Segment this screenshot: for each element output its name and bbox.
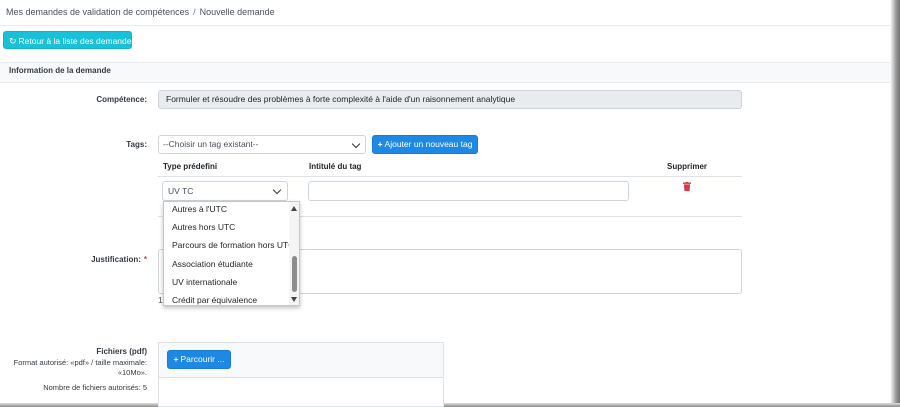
plus-icon: +	[377, 139, 383, 149]
window-shadow-right	[890, 0, 900, 407]
type-select[interactable]: UV TC	[162, 181, 288, 201]
window-shadow-bottom	[0, 403, 900, 407]
trash-icon[interactable]	[683, 182, 691, 191]
header-divider	[0, 25, 890, 26]
dropdown-option[interactable]: Association étudiante	[172, 259, 253, 269]
breadcrumb-item-nouvelle: Nouvelle demande	[199, 7, 275, 17]
type-select-value: UV TC	[168, 186, 194, 196]
dropdown-option[interactable]: Autres hors UTC	[172, 222, 235, 232]
section-title: Information de la demande	[9, 66, 111, 75]
chevron-down-icon	[351, 139, 361, 149]
competence-label: Compétence:	[96, 95, 147, 104]
required-marker: *	[143, 255, 147, 264]
back-to-list-button[interactable]: ↻ Retour à la liste des demandes	[3, 31, 136, 49]
breadcrumb: Mes demandes de validation de compétence…	[6, 5, 275, 19]
refresh-icon: ↻	[9, 36, 17, 46]
scrollbar-thumb[interactable]	[292, 256, 297, 292]
dropdown-option[interactable]: Autres à l'UTC	[172, 204, 227, 214]
add-tag-label: Ajouter un nouveau tag	[384, 139, 473, 149]
tag-select[interactable]: --Choisir un tag existant--	[158, 135, 366, 154]
back-button-label: Retour à la liste des demandes	[18, 36, 136, 46]
tags-label: Tags:	[126, 140, 147, 149]
files-count-note: Nombre de fichiers autorisés: 5	[43, 383, 147, 392]
add-tag-button[interactable]: + Ajouter un nouveau tag	[372, 135, 478, 154]
type-dropdown-list[interactable]: Autres à l'UTC Autres hors UTC Parcours …	[163, 201, 300, 306]
breadcrumb-separator: /	[193, 7, 196, 17]
files-label: Fichiers (pdf)	[96, 347, 147, 356]
tag-select-value: --Choisir un tag existant--	[163, 139, 259, 149]
section-header	[0, 62, 890, 83]
column-header-intitule: Intitulé du tag	[309, 162, 362, 171]
browse-files-button[interactable]: + Parcourir ...	[167, 350, 231, 369]
dropdown-option[interactable]: UV internationale	[172, 277, 237, 287]
browse-button-label: Parcourir ...	[180, 354, 225, 364]
column-header-supprimer: Supprimer	[667, 162, 708, 171]
justification-label: Justification: *	[0, 255, 147, 264]
files-format-note: Format autorisé: «pdf» / taille maximale…	[13, 358, 147, 377]
dropdown-option[interactable]: Parcours de formation hors UTC	[172, 240, 294, 250]
scroll-down-arrow-icon[interactable]	[291, 297, 297, 302]
breadcrumb-item-demandes[interactable]: Mes demandes de validation de compétence…	[6, 7, 189, 17]
competence-field: Formuler et résoudre des problèmes à for…	[158, 90, 742, 109]
justification-label-text: Justification:	[91, 255, 141, 264]
column-header-type: Type prédefini	[163, 162, 218, 171]
intitule-input[interactable]	[308, 181, 629, 201]
table-header-divider	[158, 176, 742, 177]
scroll-up-arrow-icon[interactable]	[291, 206, 297, 211]
chevron-down-icon	[272, 185, 282, 195]
dropdown-option[interactable]: Crédit par équivalence	[172, 295, 257, 305]
plus-icon: +	[173, 354, 179, 364]
